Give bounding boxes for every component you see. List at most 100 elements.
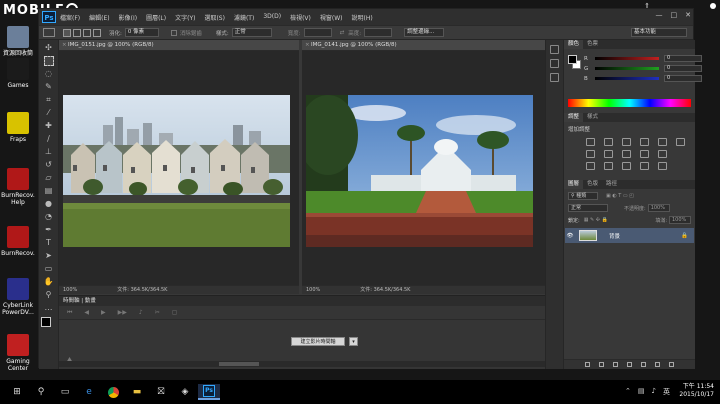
color-swatches[interactable] [40,317,57,333]
desktop-icon[interactable]: 資源回收筒 [0,26,36,57]
antialias-checkbox[interactable] [170,29,177,36]
photo-filter-icon[interactable] [622,150,631,158]
start-button[interactable]: ⊞ [6,384,28,400]
crop-tool-icon[interactable]: ⌗ [44,95,54,105]
move-tool-icon[interactable]: ✣ [44,43,54,53]
timeline-dropdown-icon[interactable]: ▾ [349,337,358,346]
menu-item[interactable]: 說明(H) [352,13,373,22]
channel-mixer-icon[interactable] [640,150,649,158]
tab-paths[interactable]: 路徑 [602,180,621,189]
desktop-icon[interactable]: CyberLink PowerDV... [0,278,36,316]
filter-icons[interactable]: ▣ ◐ T ▭ ◰ [606,193,634,199]
curves-icon[interactable] [622,138,631,146]
split-icon[interactable]: ✂ [155,309,160,316]
menu-item[interactable]: 檔案(F) [60,13,80,22]
desktop-icon[interactable]: Games [0,58,36,89]
levels-icon[interactable] [604,138,613,146]
gradient-tool-icon[interactable]: ▤ [44,186,54,196]
height-input[interactable] [364,28,393,37]
chrome-icon[interactable] [102,384,124,400]
type-tool-icon[interactable]: T [44,238,54,248]
channel-value-input[interactable]: 0 [664,75,702,82]
info-panel-icon[interactable] [550,59,559,68]
timeline-tab[interactable]: 時間軸 | 動畫 [59,296,545,306]
play-icon[interactable]: ▶ [101,309,106,316]
subtract-selection-icon[interactable] [83,28,91,37]
menu-item[interactable]: 3D(D) [263,13,281,22]
visibility-eye-icon[interactable]: 👁 [565,233,575,239]
black-white-icon[interactable] [604,150,613,158]
desktop-icon[interactable]: BurnRecov. Help [0,168,36,206]
channel-value-input[interactable]: 0 [664,55,702,62]
next-frame-icon[interactable]: ▶▶ [118,309,127,316]
fg-color-chip[interactable] [568,55,577,64]
color-spectrum[interactable] [568,99,691,107]
fill-input[interactable]: 100% [669,216,691,224]
color-lookup-icon[interactable] [658,150,667,158]
posterize-icon[interactable] [604,162,613,170]
menu-item[interactable]: 濾鏡(T) [234,13,254,22]
clock[interactable]: 下午 11:54 2015/10/17 [679,383,714,399]
search-icon[interactable]: ⚲ [30,384,52,400]
exposure-icon[interactable] [640,138,649,146]
maximize-icon[interactable]: □ [671,11,678,19]
volume-icon[interactable]: ♪ [652,387,656,397]
new-selection-icon[interactable] [63,28,71,37]
marquee-tool-icon[interactable] [43,56,54,66]
close-tab-icon[interactable]: × [305,40,310,51]
opacity-input[interactable]: 100% [647,204,670,212]
shape-tool-icon[interactable]: ▭ [44,264,54,274]
tab-color[interactable]: 顏色 [564,40,584,49]
lasso-tool-icon[interactable]: ◌ [44,69,54,79]
fx-icon[interactable] [599,362,604,367]
first-frame-icon[interactable]: ⏮ [67,309,72,317]
style-select[interactable]: 正常 [231,28,272,37]
eyedropper-tool-icon[interactable]: ⁄ [44,108,54,118]
close-icon[interactable]: ✕ [685,11,691,19]
close-tab-icon[interactable]: × [62,40,67,51]
zoom-level-1[interactable]: 100% [63,287,77,293]
threshold-icon[interactable] [622,162,631,170]
width-input[interactable] [303,28,332,37]
brightness-icon[interactable] [586,138,595,146]
create-video-timeline-button[interactable]: 建立影片時間軸 [291,337,345,346]
desktop-icon[interactable]: Fraps [0,112,36,143]
document-tab-2[interactable]: × IMG_0141.jpg @ 100% (RGB/8) [302,40,545,51]
foreground-color-swatch[interactable] [40,317,51,327]
document-tab-1[interactable]: × IMG_0151.jpg @ 100% (RGB/8) [59,40,299,51]
menu-item[interactable]: 文字(Y) [175,13,195,22]
tab-styles[interactable]: 樣式 [583,113,602,122]
tab-channels[interactable]: 色版 [583,180,602,189]
zoom-tool-icon[interactable]: ⚲ [44,290,54,300]
zoom-level-2[interactable]: 100% [306,287,320,293]
channel-slider[interactable] [595,67,659,70]
hand-tool-icon[interactable]: ✋ [44,277,54,287]
swap-icon[interactable]: ⇄ [340,30,345,36]
hue-icon[interactable] [676,138,685,146]
timeline-scroll-thumb[interactable] [219,362,259,366]
more-tools-icon[interactable]: … [44,303,54,313]
refine-edge-button[interactable]: 調整邊緣... [404,28,445,37]
desktop-icon[interactable]: BurnRecov. [0,226,36,257]
audio-icon[interactable]: ♪ [139,309,143,316]
menu-item[interactable]: 影像(I) [119,13,137,22]
selective-color-icon[interactable] [640,162,649,170]
transition-icon[interactable]: ▢ [172,309,178,316]
task-view-icon[interactable]: ▭ [54,384,76,400]
desktop-icon[interactable]: Gaming Center [0,334,36,372]
add-selection-icon[interactable] [73,28,81,37]
stamp-tool-icon[interactable]: ⊥ [44,147,54,157]
channel-slider[interactable] [595,77,659,80]
brush-tool-icon[interactable]: ∕ [44,134,54,144]
timeline-scrollbar[interactable] [59,361,545,367]
input-language[interactable]: 英 [663,387,670,397]
photoshop-taskbar-icon[interactable]: Ps [198,384,220,400]
delete-layer-icon[interactable] [669,362,674,367]
tab-adjustments[interactable]: 調整 [564,113,584,122]
link-layers-icon[interactable] [585,362,590,367]
feather-input[interactable]: 0 像素 [124,28,159,37]
gradient-map-icon[interactable] [658,162,667,170]
group-icon[interactable] [641,362,646,367]
minimize-icon[interactable]: — [656,11,663,19]
tab-swatches[interactable]: 色票 [583,40,602,49]
